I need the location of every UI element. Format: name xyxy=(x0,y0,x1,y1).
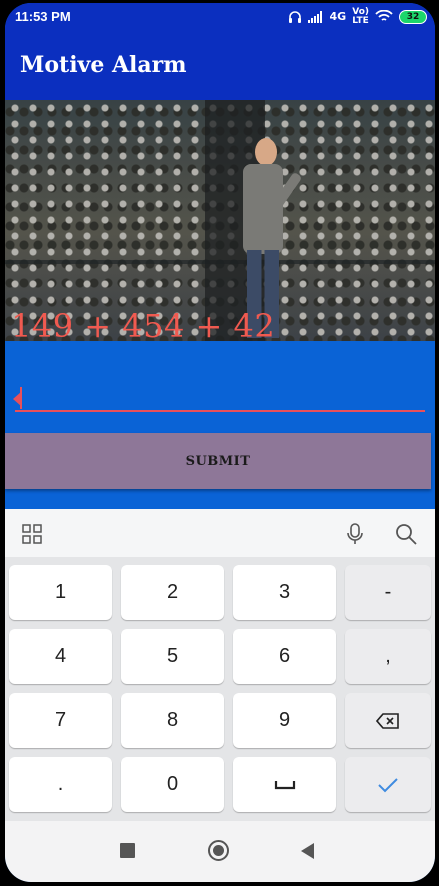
key-3[interactable]: 3 xyxy=(233,565,336,620)
check-icon xyxy=(378,777,398,792)
key-space[interactable] xyxy=(233,757,336,812)
navigation-bar xyxy=(5,821,435,882)
key-done[interactable] xyxy=(345,757,431,812)
headphones-icon xyxy=(288,10,301,23)
recents-button[interactable] xyxy=(120,843,135,858)
key-period[interactable]: . xyxy=(9,757,112,812)
grid-icon[interactable] xyxy=(22,524,42,544)
volte-badge: Vo) LTE xyxy=(352,7,369,26)
app-title: Motive Alarm xyxy=(20,52,187,78)
key-minus[interactable]: - xyxy=(345,565,431,620)
key-6[interactable]: 6 xyxy=(233,629,336,684)
phone-screen: 11:53 PM 4G Vo) LTE 32 Motive Alarm 149 … xyxy=(5,3,435,882)
status-bar: 11:53 PM 4G Vo) LTE 32 xyxy=(5,3,435,30)
mic-icon[interactable] xyxy=(344,523,366,545)
space-icon xyxy=(274,780,295,789)
signal-icon xyxy=(307,10,322,23)
key-2[interactable]: 2 xyxy=(121,565,224,620)
submit-button[interactable]: SUBMIT xyxy=(5,433,431,489)
status-icons: 4G Vo) LTE 32 xyxy=(288,7,427,26)
key-1[interactable]: 1 xyxy=(9,565,112,620)
battery-indicator: 32 xyxy=(399,9,427,24)
home-button[interactable] xyxy=(208,840,229,861)
keyboard-toolbar xyxy=(5,509,435,557)
volte-bottom: LTE xyxy=(352,15,369,26)
wifi-icon xyxy=(375,10,393,21)
key-backspace[interactable] xyxy=(345,693,431,748)
backspace-icon xyxy=(376,712,399,729)
back-button[interactable] xyxy=(301,843,314,859)
search-icon[interactable] xyxy=(395,523,417,545)
key-5[interactable]: 5 xyxy=(121,629,224,684)
key-8[interactable]: 8 xyxy=(121,693,224,748)
motivation-photo: 149 + 454 + 42 xyxy=(5,100,435,341)
key-0[interactable]: 0 xyxy=(121,757,224,812)
key-9[interactable]: 9 xyxy=(233,693,336,748)
key-comma[interactable]: , xyxy=(345,629,431,684)
numeric-keypad: 1 2 3 - 4 5 6 , 7 8 9 . 0 xyxy=(5,557,435,821)
key-4[interactable]: 4 xyxy=(9,629,112,684)
status-time: 11:53 PM xyxy=(15,9,71,24)
answer-input-underline xyxy=(15,410,425,412)
app-bar: Motive Alarm xyxy=(5,30,435,100)
math-expression: 149 + 454 + 42 xyxy=(11,307,276,341)
text-cursor xyxy=(20,387,22,409)
network-type: 4G xyxy=(329,10,347,23)
key-7[interactable]: 7 xyxy=(9,693,112,748)
